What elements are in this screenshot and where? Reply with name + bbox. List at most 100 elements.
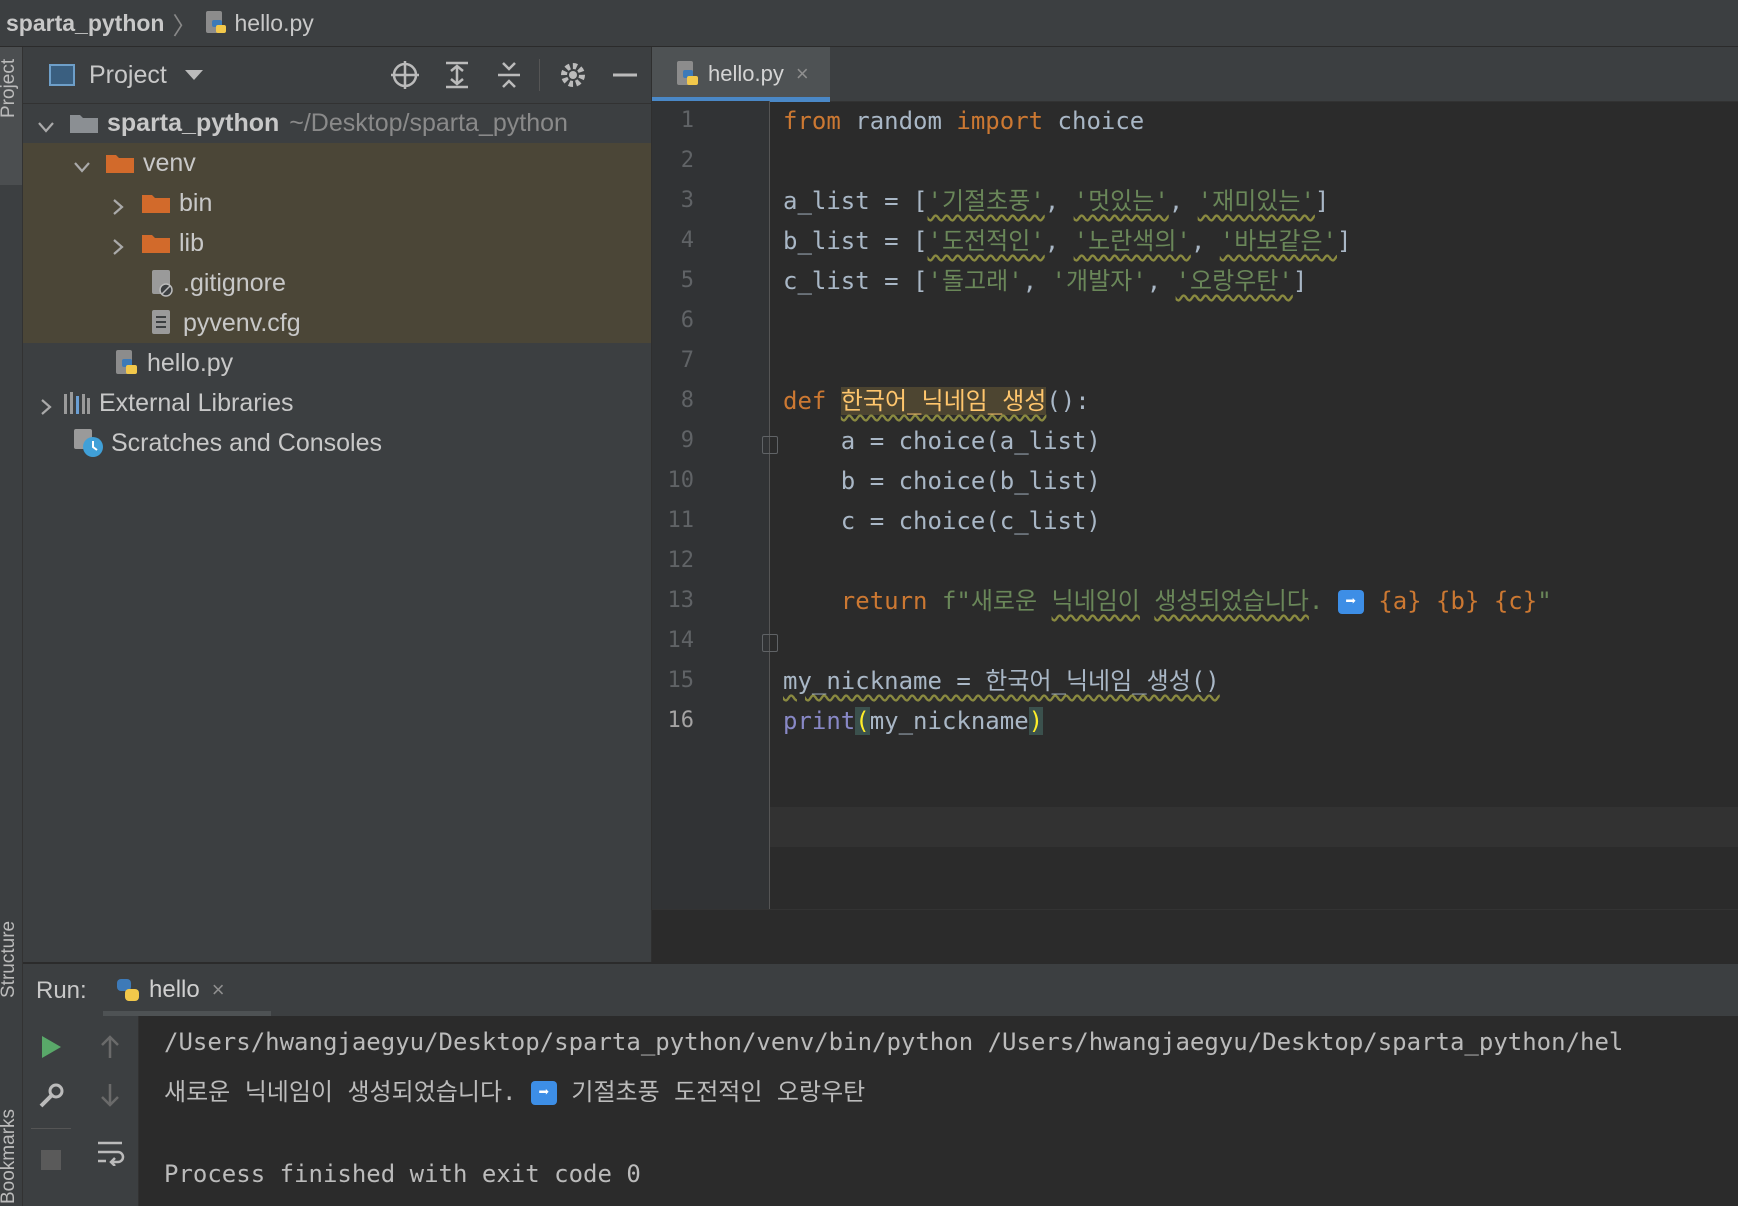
console-line: 새로운 닉네임이 생성되었습니다. ➡ 기절초풍 도전적인 오랑우탄	[164, 1078, 866, 1106]
project-panel-header: Project	[23, 47, 651, 104]
line-number: 13	[667, 588, 695, 613]
run-toolbar	[23, 1016, 139, 1206]
line-number-current: 16	[667, 708, 695, 733]
gear-icon[interactable]	[557, 59, 589, 91]
line-number: 3	[680, 188, 694, 213]
code-line-16[interactable]: print(my_nickname)	[783, 701, 1044, 741]
tree-item-label: sparta_python	[107, 108, 280, 137]
chevron-down-icon[interactable]	[184, 70, 203, 80]
python-file-icon	[204, 10, 228, 36]
ignore-file-icon	[151, 269, 173, 297]
breadcrumb-file[interactable]: hello.py	[234, 10, 313, 37]
code-line-9[interactable]: a = choice(a_list)	[783, 421, 1101, 461]
code-line-13[interactable]: return f"새로운 닉네임이 생성되었습니다. ➡ {a} {b} {c}…	[783, 581, 1552, 621]
tree-item-label: hello.py	[147, 348, 234, 377]
run-tab-label: hello	[149, 976, 200, 1003]
structure-tool-label[interactable]: Structure	[0, 921, 20, 998]
tree-item-bin[interactable]: bin	[23, 183, 651, 223]
line-number: 15	[667, 668, 695, 693]
run-panel-header: Run: hello ×	[23, 963, 1738, 1016]
line-number-gutter	[652, 101, 770, 909]
tree-item-external-libraries[interactable]: External Libraries	[23, 383, 651, 423]
toolbar-divider	[539, 59, 540, 91]
line-number: 11	[667, 508, 695, 533]
run-icon[interactable]	[39, 1034, 63, 1065]
libraries-icon	[63, 391, 91, 415]
code-line-10[interactable]: b = choice(b_list)	[783, 461, 1101, 501]
line-number: 10	[667, 468, 695, 493]
close-icon[interactable]: ×	[796, 61, 809, 87]
editor-bottom-area	[652, 909, 1738, 963]
line-number: 4	[680, 228, 694, 253]
tree-item-hello-py[interactable]: hello.py	[23, 343, 651, 383]
tree-item-scratches-and-consoles[interactable]: Scratches and Consoles	[23, 423, 651, 463]
breadcrumb: sparta_python 〉 hello.py	[0, 0, 1738, 47]
wrench-icon[interactable]	[37, 1082, 65, 1115]
minimize-icon[interactable]	[609, 59, 641, 91]
line-number: 12	[667, 548, 695, 573]
line-number: 7	[680, 348, 694, 373]
project-view-icon	[49, 64, 75, 86]
project-tool-label[interactable]: Project	[0, 59, 20, 118]
tree-item-pyvenv-cfg[interactable]: pyvenv.cfg	[23, 303, 651, 343]
line-number: 9	[680, 428, 694, 453]
toolbar-divider	[31, 1128, 71, 1129]
project-view-selector[interactable]: Project	[89, 61, 167, 90]
python-file-icon	[676, 60, 700, 88]
right-arrow-emoji-icon: ➡	[530, 1081, 557, 1105]
tree-item-lib[interactable]: lib	[23, 223, 651, 263]
chevron-right-icon[interactable]	[109, 234, 127, 255]
folder-icon	[69, 112, 99, 134]
line-number: 1	[680, 108, 694, 133]
tree-item-label: Scratches and Consoles	[111, 428, 382, 457]
breadcrumb-project[interactable]: sparta_python	[6, 10, 164, 37]
tree-item-sparta-python[interactable]: sparta_python ~/Desktop/sparta_python	[23, 103, 651, 143]
bookmarks-tool-label[interactable]: Bookmarks	[0, 1109, 20, 1204]
folder-icon	[141, 192, 171, 214]
chevron-down-icon[interactable]	[73, 154, 91, 173]
line-number: 5	[680, 268, 694, 293]
fold-marker-icon[interactable]	[762, 634, 778, 652]
stop-icon[interactable]	[41, 1150, 61, 1170]
code-line-4[interactable]: b_list = ['도전적인', '노란색의', '바보같은']	[783, 221, 1351, 261]
editor-tab-bar: hello.py ×	[652, 47, 1738, 102]
python-icon	[115, 977, 141, 1003]
code-line-11[interactable]: c = choice(c_list)	[783, 501, 1101, 541]
soft-wrap-icon[interactable]	[95, 1138, 125, 1171]
up-arrow-icon[interactable]	[99, 1034, 121, 1065]
code-line-15[interactable]: my_nickname = 한국어_닉네임_생성()	[783, 661, 1220, 701]
line-number: 14	[667, 628, 695, 653]
chevron-right-icon[interactable]	[37, 394, 55, 415]
code-line-5[interactable]: c_list = ['돌고래', '개발자', '오랑우탄']	[783, 261, 1307, 301]
left-tool-strip	[0, 47, 23, 1206]
console-line: Process finished with exit code 0	[164, 1160, 641, 1188]
collapse-all-icon[interactable]	[493, 59, 525, 91]
down-arrow-icon[interactable]	[99, 1082, 121, 1113]
right-arrow-emoji-icon: ➡	[1337, 590, 1364, 614]
fold-marker-icon[interactable]	[762, 436, 778, 454]
line-number: 8	[680, 388, 694, 413]
expand-all-icon[interactable]	[441, 59, 473, 91]
tree-item-venv[interactable]: venv	[23, 143, 651, 183]
tab-hello-py[interactable]: hello.py ×	[652, 47, 830, 102]
code-line-1[interactable]: from random import choice	[783, 101, 1144, 141]
tree-item-label: .gitignore	[183, 268, 286, 297]
tree-item-gitignore[interactable]: .gitignore	[23, 263, 651, 303]
locate-icon[interactable]	[389, 59, 421, 91]
tree-item-label: pyvenv.cfg	[183, 308, 301, 337]
run-tab-hello[interactable]: hello ×	[103, 964, 271, 1016]
chevron-right-icon[interactable]	[109, 194, 127, 215]
chevron-down-icon[interactable]	[37, 114, 55, 133]
tree-item-label: lib	[179, 228, 205, 257]
line-number: 6	[680, 308, 694, 333]
code-line-3[interactable]: a_list = ['기절초풍', '멋있는', '재미있는']	[783, 181, 1329, 221]
tab-label: hello.py	[708, 61, 784, 86]
folder-icon	[105, 152, 135, 174]
close-icon[interactable]: ×	[212, 977, 225, 1003]
line-number: 2	[680, 148, 694, 173]
code-line-8[interactable]: def 한국어_닉네임_생성():	[783, 381, 1090, 421]
console-line: /Users/hwangjaegyu/Desktop/sparta_python…	[164, 1028, 1624, 1056]
run-console-output[interactable]: /Users/hwangjaegyu/Desktop/sparta_python…	[139, 1016, 1738, 1206]
scratches-icon	[73, 428, 105, 458]
tree-item-label: External Libraries	[99, 388, 294, 417]
